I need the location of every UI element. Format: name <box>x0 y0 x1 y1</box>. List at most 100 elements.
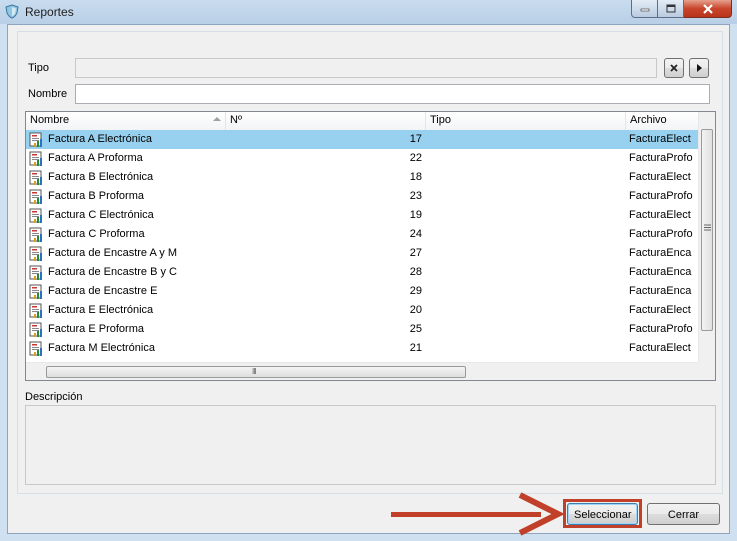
report-file-icon <box>29 189 42 204</box>
report-file-icon <box>29 132 42 147</box>
descripcion-scrollbar[interactable] <box>698 406 715 484</box>
cerrar-button[interactable]: Cerrar <box>647 503 720 525</box>
list-item[interactable]: Factura A Electrónica 17 FacturaElect <box>26 130 698 149</box>
cell-numero: 23 <box>409 190 422 202</box>
cell-archivo: FacturaElect <box>629 304 691 316</box>
row-nombre: Factura B Electrónica <box>48 171 154 183</box>
cell-numero: 20 <box>409 304 422 316</box>
cell-nombre: Factura C Proforma <box>26 225 226 244</box>
row-nombre: Factura M Electrónica <box>48 342 155 354</box>
caption-buttons <box>631 0 732 19</box>
column-header-tipo[interactable]: Tipo <box>426 112 626 130</box>
report-file-icon <box>29 208 42 223</box>
list-item[interactable]: Factura B Proforma 23 FacturaProfo <box>26 187 698 206</box>
descripcion-label: Descripción <box>25 391 83 403</box>
vertical-scroll-thumb[interactable] <box>701 129 713 331</box>
close-icon <box>702 3 713 14</box>
cell-nombre: Factura A Proforma <box>26 149 226 168</box>
reports-list[interactable]: Nombre Nº Tipo Archivo Factura A Electró… <box>25 111 716 381</box>
cell-nombre: Factura A Electrónica <box>26 130 226 149</box>
cell-tipo <box>425 263 625 282</box>
list-item[interactable]: Factura E Electrónica 20 FacturaElect <box>26 301 698 320</box>
cell-tipo <box>425 282 625 301</box>
report-file-icon <box>29 170 42 185</box>
horizontal-scrollbar[interactable]: III <box>26 362 698 380</box>
nombre-field[interactable] <box>75 84 710 104</box>
cell-tipo <box>425 244 625 263</box>
report-file-icon <box>29 265 42 280</box>
cell-tipo <box>425 130 625 149</box>
report-file-icon <box>29 284 42 299</box>
column-label: Archivo <box>630 114 667 126</box>
cell-archivo: FacturaProfo <box>629 152 693 164</box>
cell-tipo <box>425 206 625 225</box>
list-item[interactable]: Factura de Encastre E 29 FacturaEnca <box>26 282 698 301</box>
dialog-client: Tipo Nombre Nombre Nº Tipo Archivo Factu… <box>7 24 730 536</box>
browse-tipo-button[interactable] <box>689 58 709 78</box>
cell-archivo: FacturaElect <box>629 171 691 183</box>
grip-icon <box>704 224 711 231</box>
list-item[interactable]: Factura A Proforma 22 FacturaProfo <box>26 149 698 168</box>
descripcion-field[interactable] <box>25 405 716 485</box>
tipo-field[interactable] <box>75 58 657 78</box>
report-file-icon <box>29 303 42 318</box>
cell-numero: 24 <box>409 228 422 240</box>
list-item[interactable]: Factura C Proforma 24 FacturaProfo <box>26 225 698 244</box>
tipo-label: Tipo <box>28 62 49 74</box>
list-item[interactable]: Factura M Electrónica 21 FacturaElect <box>26 339 698 358</box>
column-label: Nombre <box>30 114 70 126</box>
sort-ascending-icon <box>213 117 221 121</box>
minimize-button[interactable] <box>631 0 658 18</box>
maximize-icon <box>666 4 675 13</box>
close-window-button[interactable] <box>684 0 732 18</box>
cell-tipo <box>425 187 625 206</box>
list-item[interactable]: Factura E Proforma 25 FacturaProfo <box>26 320 698 339</box>
row-nombre: Factura de Encastre A y M <box>48 247 178 259</box>
cell-tipo <box>425 168 625 187</box>
column-label: Tipo <box>430 114 451 126</box>
cell-nombre: Factura de Encastre A y M <box>26 244 226 263</box>
list-item[interactable]: Factura de Encastre B y C 28 FacturaEnca <box>26 263 698 282</box>
cell-numero: 29 <box>409 285 422 297</box>
list-item[interactable]: Factura B Electrónica 18 FacturaElect <box>26 168 698 187</box>
cell-numero: 17 <box>409 133 422 145</box>
column-header-numero[interactable]: Nº <box>226 112 426 130</box>
play-arrow-icon <box>697 64 702 72</box>
cell-archivo: FacturaElect <box>629 209 691 221</box>
cell-archivo: FacturaEnca <box>629 285 692 297</box>
cell-nombre: Factura C Electrónica <box>26 206 226 225</box>
list-item[interactable]: Factura C Electrónica 19 FacturaElect <box>26 206 698 225</box>
row-nombre: Factura C Electrónica <box>48 209 154 221</box>
row-nombre: Factura B Proforma <box>48 190 144 202</box>
clear-tipo-button[interactable] <box>664 58 684 78</box>
cell-numero: 25 <box>409 323 422 335</box>
cell-tipo <box>425 320 625 339</box>
row-nombre: Factura E Electrónica <box>48 304 154 316</box>
report-file-icon <box>29 151 42 166</box>
cell-archivo: FacturaElect <box>629 133 691 145</box>
maximize-button[interactable] <box>658 0 684 18</box>
column-header-archivo[interactable]: Archivo <box>626 112 698 130</box>
cell-archivo: FacturaProfo <box>629 190 693 202</box>
seleccionar-button[interactable]: Seleccionar <box>567 503 638 525</box>
row-nombre: Factura A Electrónica <box>48 133 152 145</box>
cell-tipo <box>425 225 625 244</box>
cell-numero: 28 <box>409 266 422 278</box>
column-header-nombre[interactable]: Nombre <box>26 112 226 130</box>
row-nombre: Factura de Encastre E <box>48 285 158 297</box>
scroll-grip-marks: III <box>252 367 257 376</box>
row-nombre: Factura de Encastre B y C <box>48 266 177 278</box>
cell-numero: 21 <box>409 342 422 354</box>
cell-numero: 27 <box>409 247 422 259</box>
cell-tipo <box>425 301 625 320</box>
cell-archivo: FacturaEnca <box>629 266 692 278</box>
vertical-scrollbar[interactable] <box>698 112 715 362</box>
column-label: Nº <box>230 114 242 126</box>
horizontal-scroll-thumb[interactable]: III <box>46 366 466 378</box>
cell-archivo: FacturaProfo <box>629 323 693 335</box>
row-nombre: Factura C Proforma <box>48 228 145 240</box>
report-file-icon <box>29 322 42 337</box>
list-item[interactable]: Factura de Encastre A y M 27 FacturaEnca <box>26 244 698 263</box>
report-file-icon <box>29 341 42 356</box>
cell-nombre: Factura E Electrónica <box>26 301 226 320</box>
